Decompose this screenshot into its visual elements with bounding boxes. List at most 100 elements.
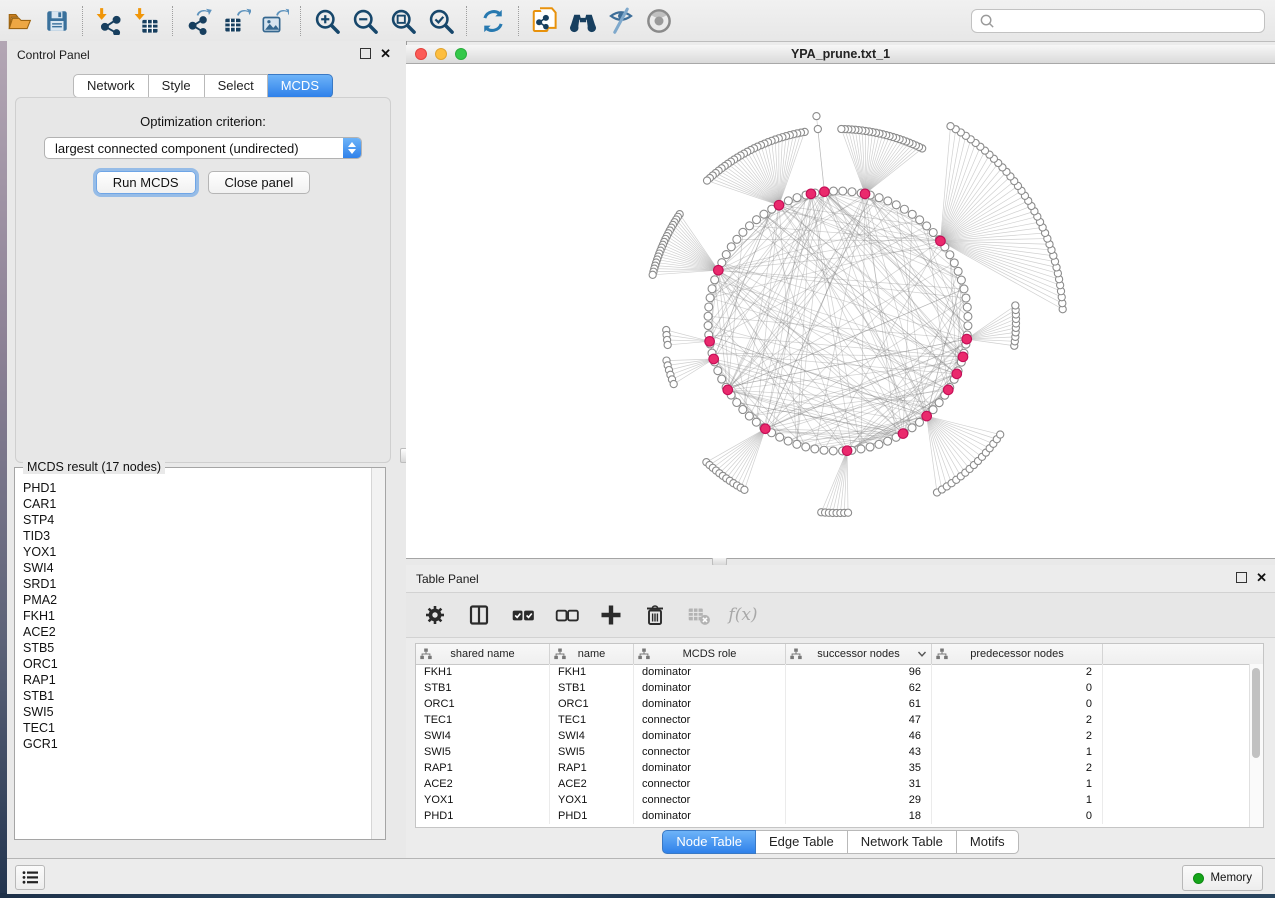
network-node[interactable] (741, 486, 748, 493)
birdseye-view-icon[interactable] (640, 4, 678, 38)
network-node[interactable] (875, 194, 883, 202)
cell[interactable]: RAP1 (416, 760, 550, 776)
scrollbar-thumb[interactable] (1252, 668, 1260, 758)
table-row[interactable]: PHD1PHD1dominator180 (416, 808, 1250, 824)
save-session-icon[interactable] (38, 4, 76, 38)
network-node[interactable] (670, 380, 677, 387)
network-node[interactable] (776, 433, 784, 441)
zoom-in-icon[interactable] (308, 4, 346, 38)
cell[interactable]: 18 (786, 808, 932, 824)
network-node[interactable] (802, 443, 810, 451)
network-node[interactable] (997, 431, 1004, 438)
network-node[interactable] (947, 123, 954, 130)
cell[interactable]: ORC1 (416, 696, 550, 712)
cell[interactable]: 47 (786, 712, 932, 728)
table-row[interactable]: RAP1RAP1dominator352 (416, 760, 1250, 776)
network-node[interactable] (1012, 302, 1019, 309)
network-node[interactable] (811, 445, 819, 453)
add-column-icon[interactable] (596, 600, 626, 630)
cell[interactable]: PHD1 (550, 808, 634, 824)
select-all-rows-icon[interactable] (508, 600, 538, 630)
network-node[interactable] (916, 216, 924, 224)
network-node[interactable] (703, 177, 710, 184)
cell[interactable]: TEC1 (416, 712, 550, 728)
network-window-titlebar[interactable]: YPA_prune.txt_1 (406, 45, 1275, 64)
cell[interactable]: dominator (634, 760, 786, 776)
mcds-hub-node[interactable] (922, 411, 932, 421)
cell[interactable]: 2 (932, 664, 1103, 680)
cell[interactable]: FKH1 (550, 664, 634, 680)
column-header-successor-nodes[interactable]: successor nodes (786, 644, 932, 664)
network-node[interactable] (839, 187, 847, 195)
cell[interactable]: 2 (932, 728, 1103, 744)
memory-button[interactable]: Memory (1182, 865, 1263, 891)
cell[interactable]: 31 (786, 776, 932, 792)
table-scrollbar[interactable] (1249, 664, 1263, 827)
cell[interactable]: 35 (786, 760, 932, 776)
refresh-layout-icon[interactable] (474, 4, 512, 38)
run-mcds-button[interactable]: Run MCDS (96, 171, 196, 194)
mcds-result-node[interactable]: RAP1 (23, 672, 371, 688)
hide-panels-icon[interactable] (602, 4, 640, 38)
cell[interactable]: ORC1 (550, 696, 634, 712)
network-node[interactable] (908, 424, 916, 432)
network-node[interactable] (963, 303, 971, 311)
network-node[interactable] (706, 294, 714, 302)
mcds-result-node[interactable]: ORC1 (23, 656, 371, 672)
mcds-result-node[interactable]: SRD1 (23, 576, 371, 592)
cell[interactable]: 61 (786, 696, 932, 712)
network-node[interactable] (957, 276, 965, 284)
network-node[interactable] (875, 440, 883, 448)
column-header-predecessor-nodes[interactable]: predecessor nodes (932, 644, 1103, 664)
cell[interactable]: FKH1 (416, 664, 550, 680)
mcds-hub-node[interactable] (842, 446, 852, 456)
network-node[interactable] (884, 197, 892, 205)
mcds-result-list[interactable]: PHD1CAR1STP4TID3YOX1SWI4SRD1PMA2FKH1ACE2… (16, 472, 371, 838)
cell[interactable]: SWI4 (416, 728, 550, 744)
network-node[interactable] (714, 367, 722, 375)
network-node[interactable] (866, 443, 874, 451)
tab-network-table[interactable]: Network Table (848, 830, 957, 854)
network-node[interactable] (908, 210, 916, 218)
cell[interactable]: STB1 (550, 680, 634, 696)
cell[interactable]: ACE2 (550, 776, 634, 792)
network-node[interactable] (892, 201, 900, 209)
network-canvas[interactable] (406, 64, 1275, 558)
cell[interactable]: connector (634, 792, 786, 808)
cell[interactable]: connector (634, 776, 786, 792)
cell[interactable]: PHD1 (416, 808, 550, 824)
cell[interactable]: 0 (932, 808, 1103, 824)
mcds-hub-node[interactable] (898, 429, 908, 439)
cell[interactable]: 0 (932, 696, 1103, 712)
network-node[interactable] (793, 440, 801, 448)
cell[interactable]: 62 (786, 680, 932, 696)
table-row[interactable]: FKH1FKH1dominator962 (416, 664, 1250, 680)
mcds-result-node[interactable]: FKH1 (23, 608, 371, 624)
mcds-hub-node[interactable] (820, 187, 830, 197)
network-node[interactable] (964, 322, 972, 330)
network-node[interactable] (964, 312, 972, 320)
network-node[interactable] (739, 406, 747, 414)
tab-select[interactable]: Select (205, 74, 268, 98)
export-table-icon[interactable] (218, 4, 256, 38)
table-row[interactable]: SWI4SWI4dominator462 (416, 728, 1250, 744)
network-node[interactable] (704, 322, 712, 330)
cell[interactable]: 46 (786, 728, 932, 744)
open-session-icon[interactable] (0, 4, 38, 38)
network-node[interactable] (722, 251, 730, 259)
mcds-result-node[interactable]: STP4 (23, 512, 371, 528)
mcds-hub-node[interactable] (761, 424, 771, 434)
mcds-result-node[interactable]: ACE2 (23, 624, 371, 640)
table-row[interactable]: YOX1YOX1connector291 (416, 792, 1250, 808)
mcds-hub-node[interactable] (714, 265, 724, 275)
table-row[interactable]: TEC1TEC1connector472 (416, 712, 1250, 728)
cell[interactable]: connector (634, 712, 786, 728)
network-node[interactable] (838, 125, 845, 132)
cell[interactable]: dominator (634, 664, 786, 680)
mcds-result-node[interactable]: STB5 (23, 640, 371, 656)
network-node[interactable] (813, 113, 820, 120)
float-window-icon[interactable] (1236, 572, 1247, 583)
import-table-icon[interactable] (128, 4, 166, 38)
cell[interactable]: ACE2 (416, 776, 550, 792)
network-node[interactable] (752, 418, 760, 426)
